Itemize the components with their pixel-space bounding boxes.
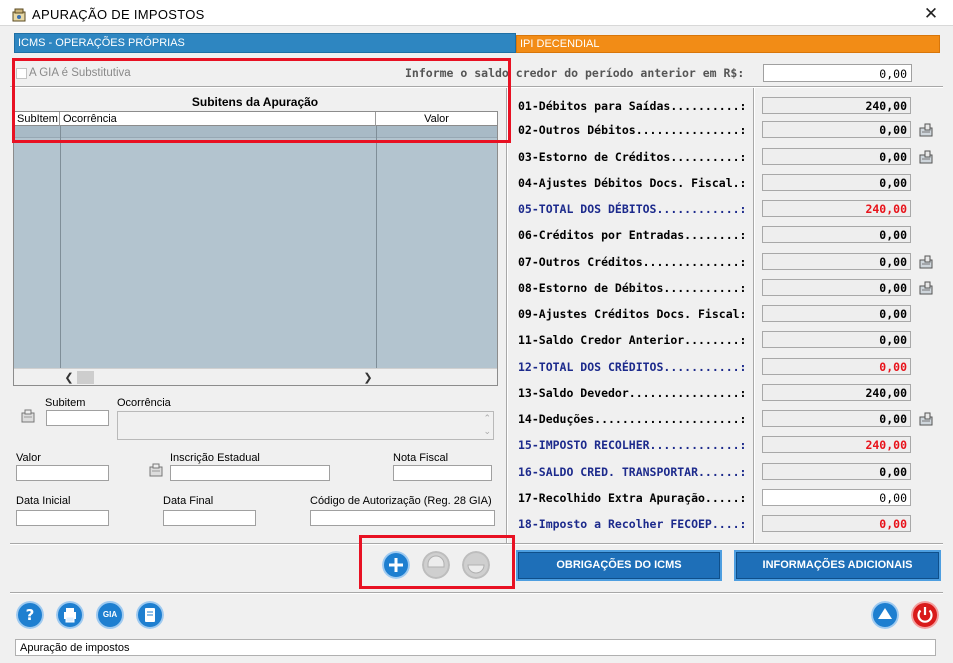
apuracao-row-label: 11-Saldo Credor Anterior........:	[518, 333, 747, 347]
scroll-right-icon[interactable]: ❯	[361, 371, 375, 384]
move-up-button[interactable]	[871, 601, 899, 629]
apuracao-row-value: 240,00	[762, 384, 911, 401]
scroll-down-icon[interactable]: ⌄	[483, 426, 491, 437]
apuracao-row-label: 17-Recolhido Extra Apuração.....:	[518, 491, 747, 505]
apuracao-row-value: 0,00	[762, 148, 911, 165]
apuracao-row-label: 06-Créditos por Entradas........:	[518, 228, 747, 242]
apuracao-row-label: 07-Outros Créditos..............:	[518, 255, 747, 269]
data-final-input[interactable]	[163, 510, 256, 526]
grid-column-line	[60, 126, 61, 368]
detail-lookup-icon[interactable]	[918, 280, 936, 296]
detail-lookup-icon[interactable]	[918, 411, 936, 427]
title-bar: APURAÇÃO DE IMPOSTOS ✕	[0, 4, 953, 26]
apuracao-row-label: 02-Outros Débitos...............:	[518, 123, 747, 137]
ocorrencia-label: Ocorrência	[117, 397, 171, 409]
apuracao-row-value: 0,00	[762, 515, 911, 532]
informacoes-adicionais-button[interactable]: INFORMAÇÕES ADICIONAIS	[734, 550, 941, 581]
nota-fiscal-label: Nota Fiscal	[393, 452, 449, 464]
subitem-label: Subitem	[45, 397, 86, 409]
keyboard-lookup-icon[interactable]	[20, 408, 38, 424]
divider	[506, 88, 508, 543]
data-final-label: Data Final	[163, 495, 214, 507]
detail-lookup-icon[interactable]	[918, 149, 936, 165]
highlight-box-top	[12, 58, 511, 143]
window-title: APURAÇÃO DE IMPOSTOS	[32, 7, 205, 22]
svg-text:?: ?	[26, 606, 35, 624]
divider	[10, 592, 943, 594]
apuracao-row-label: 14-Deduções.....................:	[518, 412, 747, 426]
close-button[interactable]: ✕	[918, 4, 944, 26]
saldo-anterior-input[interactable]: 0,00	[763, 64, 912, 82]
apuracao-row-value: 0,00	[762, 174, 911, 191]
apuracao-row-value: 240,00	[762, 97, 911, 114]
divider	[753, 88, 755, 543]
grid-column-line	[376, 126, 377, 368]
horizontal-scrollbar[interactable]: ❮ ❯	[14, 368, 497, 385]
obrigacoes-icms-button[interactable]: OBRIGAÇÕES DO ICMS	[516, 550, 722, 581]
subitem-input[interactable]	[46, 410, 109, 426]
scroll-up-icon[interactable]: ⌃	[483, 413, 491, 424]
data-inicial-label: Data Inicial	[16, 495, 71, 507]
data-inicial-input[interactable]	[16, 510, 109, 526]
detail-lookup-icon[interactable]	[918, 254, 936, 270]
inscricao-estadual-input[interactable]	[170, 465, 330, 481]
valor-input[interactable]	[16, 465, 109, 481]
apuracao-row-value: 240,00	[762, 200, 911, 217]
apuracao-row-value: 0,00	[762, 358, 911, 375]
status-bar: Apuração de impostos	[15, 639, 936, 656]
apuracao-row-value: 0,00	[762, 121, 911, 138]
print-button[interactable]	[56, 601, 84, 629]
apuracao-row-label: 09-Ajustes Créditos Docs. Fiscal:	[518, 307, 747, 321]
apuracao-row-value: 0,00	[762, 463, 911, 480]
scroll-thumb[interactable]	[77, 371, 94, 384]
ocorrencia-textarea[interactable]: ⌃ ⌄	[117, 411, 494, 440]
apuracao-row-label: 12-TOTAL DOS CRÉDITOS...........:	[518, 360, 747, 374]
codigo-autorizacao-label: Código de Autorização (Reg. 28 GIA)	[310, 495, 492, 507]
apuracao-row-label: 05-TOTAL DOS DÉBITOS............:	[518, 202, 747, 216]
tab-ipi-decendial[interactable]: IPI DECENDIAL	[516, 35, 940, 53]
apuracao-row-label: 03-Estorno de Créditos..........:	[518, 150, 747, 164]
codigo-autorizacao-input[interactable]	[310, 510, 495, 526]
apuracao-row-label: 01-Débitos para Saídas..........:	[518, 99, 747, 113]
document-button[interactable]	[136, 601, 164, 629]
apuracao-row-value: 0,00	[762, 279, 911, 296]
apuracao-row-value: 0,00	[762, 226, 911, 243]
apuracao-row-value: 0,00	[762, 253, 911, 270]
apuracao-row-value: 0,00	[762, 305, 911, 322]
apuracao-row-value: 0,00	[762, 331, 911, 348]
apuracao-row-label: 08-Estorno de Débitos...........:	[518, 281, 747, 295]
subitens-grid[interactable]: SubItem Ocorrência Valor ❮ ❯	[13, 111, 498, 386]
detail-lookup-icon[interactable]	[918, 122, 936, 138]
apuracao-row-label: 15-IMPOSTO RECOLHER.............:	[518, 438, 747, 452]
apuracao-row-label: 13-Saldo Devedor................:	[518, 386, 747, 400]
help-button[interactable]: ?	[16, 601, 44, 629]
tab-icms-operacoes-proprias[interactable]: ICMS - OPERAÇÕES PRÓPRIAS	[14, 33, 516, 53]
inscricao-estadual-label: Inscrição Estadual	[170, 452, 260, 464]
app-icon	[12, 8, 26, 22]
apuracao-row-label: 16-SALDO CRED. TRANSPORTAR......:	[518, 465, 747, 479]
apuracao-row-value: 240,00	[762, 436, 911, 453]
keyboard-lookup-icon[interactable]	[148, 462, 166, 478]
valor-label: Valor	[16, 452, 41, 464]
gia-button[interactable]: GIA	[96, 601, 124, 629]
power-exit-button[interactable]	[911, 601, 939, 629]
apuracao-row-value[interactable]: 0,00	[762, 489, 911, 506]
apuracao-row-label: 04-Ajustes Débitos Docs. Fiscal.:	[518, 176, 747, 190]
apuracao-row-label: 18-Imposto a Recolher FECOEP....:	[518, 517, 747, 531]
apuracao-row-value: 0,00	[762, 410, 911, 427]
scroll-left-icon[interactable]: ❮	[62, 371, 76, 384]
nota-fiscal-input[interactable]	[393, 465, 492, 481]
highlight-box-buttons	[359, 535, 515, 589]
